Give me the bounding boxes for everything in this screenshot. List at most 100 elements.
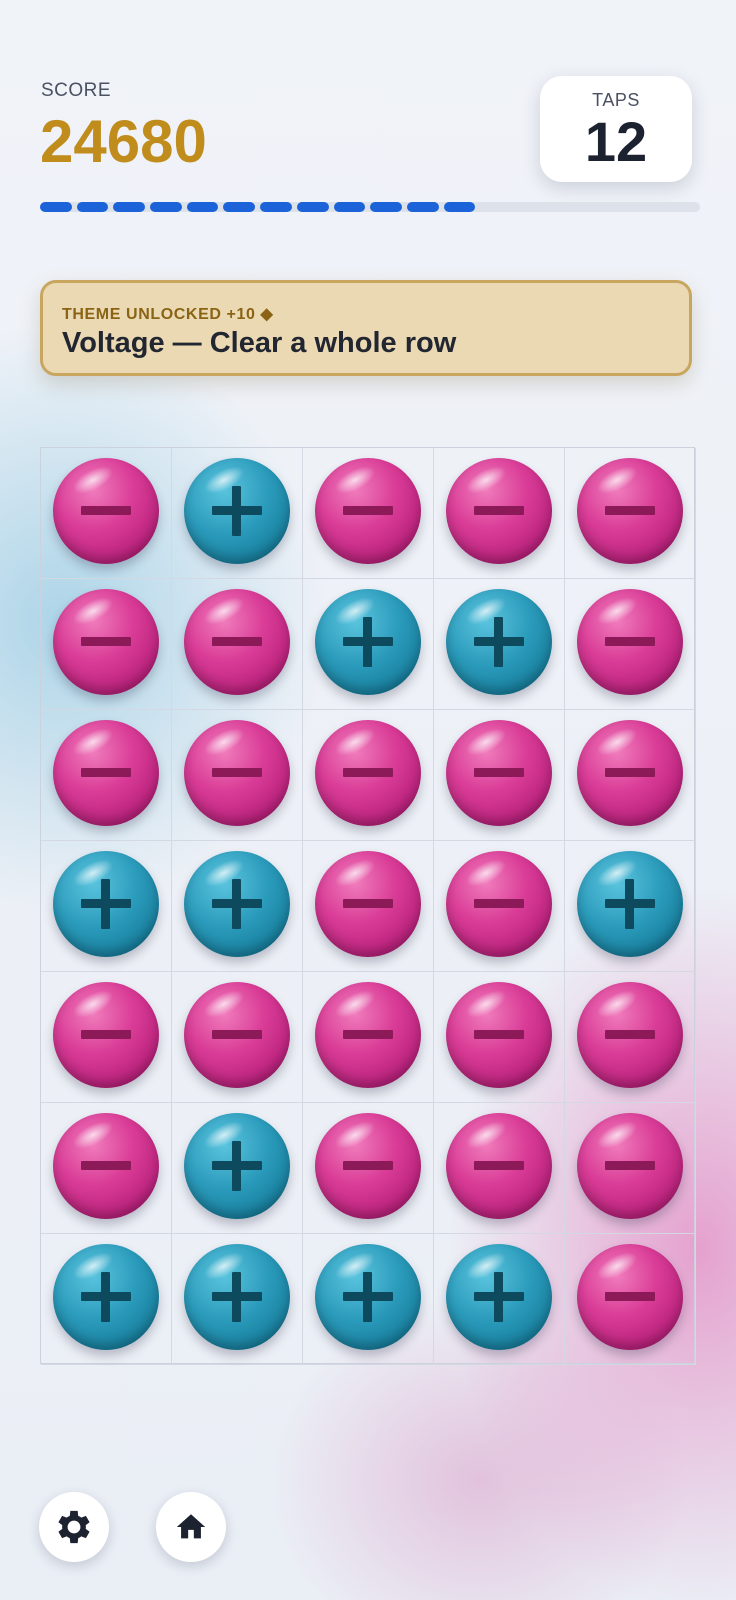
progress-segment [370,202,402,212]
board-cell [565,841,696,972]
taps-value: 12 [584,110,648,173]
plus-icon [232,486,241,536]
minus-icon [81,637,131,646]
minus-icon [343,899,393,908]
negative-charge-orb[interactable] [577,982,683,1088]
board-cell [303,1103,434,1234]
negative-charge-orb[interactable] [577,1113,683,1219]
negative-charge-orb[interactable] [577,720,683,826]
positive-charge-orb[interactable] [577,851,683,957]
minus-icon [605,1030,655,1039]
negative-charge-orb[interactable] [315,1113,421,1219]
orb-highlight [461,1115,511,1155]
minus-icon [81,1030,131,1039]
negative-charge-orb[interactable] [446,982,552,1088]
negative-charge-orb[interactable] [315,851,421,957]
orb-highlight [592,460,642,500]
board-cell [303,448,434,579]
negative-charge-orb[interactable] [577,458,683,564]
board-cell [565,710,696,841]
taps-label: TAPS [592,90,640,110]
minus-icon [343,768,393,777]
plus-icon [363,617,372,667]
board-cell [41,1234,172,1365]
positive-charge-orb[interactable] [184,1244,290,1350]
board-cell [565,1103,696,1234]
orb-highlight [330,1115,380,1155]
plus-icon [625,879,634,929]
score-value: 24680 [40,108,207,175]
progress-segment [296,202,329,212]
positive-charge-orb[interactable] [184,851,290,957]
board-cell [565,448,696,579]
orb-highlight [461,460,511,500]
board-cell [172,710,303,841]
positive-charge-orb[interactable] [446,1244,552,1350]
minus-icon [605,637,655,646]
minus-icon [605,768,655,777]
negative-charge-orb[interactable] [184,982,290,1088]
negative-charge-orb[interactable] [53,982,159,1088]
negative-charge-orb[interactable] [446,1113,552,1219]
board-cell [434,710,565,841]
home-button[interactable] [156,1492,226,1562]
positive-charge-orb[interactable] [315,1244,421,1350]
progress-fill [40,202,476,212]
negative-charge-orb[interactable] [446,458,552,564]
orb-highlight [461,984,511,1024]
negative-charge-orb[interactable] [446,720,552,826]
positive-charge-orb[interactable] [446,589,552,695]
negative-charge-orb[interactable] [53,720,159,826]
negative-charge-orb[interactable] [577,1244,683,1350]
negative-charge-orb[interactable] [53,1113,159,1219]
negative-charge-orb[interactable] [53,589,159,695]
board-cell [434,841,565,972]
negative-charge-orb[interactable] [315,982,421,1088]
board-cell [41,579,172,710]
progress-segment [443,202,476,212]
negative-charge-orb[interactable] [184,589,290,695]
orb-highlight [461,853,511,893]
negative-charge-orb[interactable] [184,720,290,826]
negative-charge-orb[interactable] [315,458,421,564]
plus-icon [232,879,241,929]
banner-title: Voltage — Clear a whole row [62,327,457,359]
positive-charge-orb[interactable] [184,458,290,564]
taps-counter: TAPS 12 [540,76,692,182]
positive-charge-orb[interactable] [184,1113,290,1219]
orb-highlight [330,853,380,893]
home-icon [176,1514,206,1539]
board-cell [434,448,565,579]
orb-highlight [68,591,118,631]
orb-highlight [68,722,118,762]
minus-icon [212,1030,262,1039]
positive-charge-orb[interactable] [53,851,159,957]
positive-charge-orb[interactable] [315,589,421,695]
plus-icon [232,1141,241,1191]
board-cell [434,1103,565,1234]
game-board [40,447,696,1365]
board-cell [172,448,303,579]
positive-charge-orb[interactable] [53,1244,159,1350]
progress-segment [113,202,146,212]
negative-charge-orb[interactable] [53,458,159,564]
minus-icon [81,506,131,515]
orb-highlight [199,591,249,631]
negative-charge-orb[interactable] [315,720,421,826]
minus-icon [605,506,655,515]
plus-icon [232,1272,241,1322]
plus-icon [363,1272,372,1322]
settings-button[interactable] [39,1492,109,1562]
board-cell [41,972,172,1103]
minus-icon [343,506,393,515]
progress-segment [223,202,256,212]
negative-charge-orb[interactable] [577,589,683,695]
negative-charge-orb[interactable] [446,851,552,957]
progress-segment [150,202,182,212]
board-cell [172,1234,303,1365]
banner-kicker: THEME UNLOCKED +10 ◆ [62,306,274,323]
orb-highlight [592,591,642,631]
minus-icon [343,1030,393,1039]
orb-highlight [199,722,249,762]
orb-highlight [330,722,380,762]
